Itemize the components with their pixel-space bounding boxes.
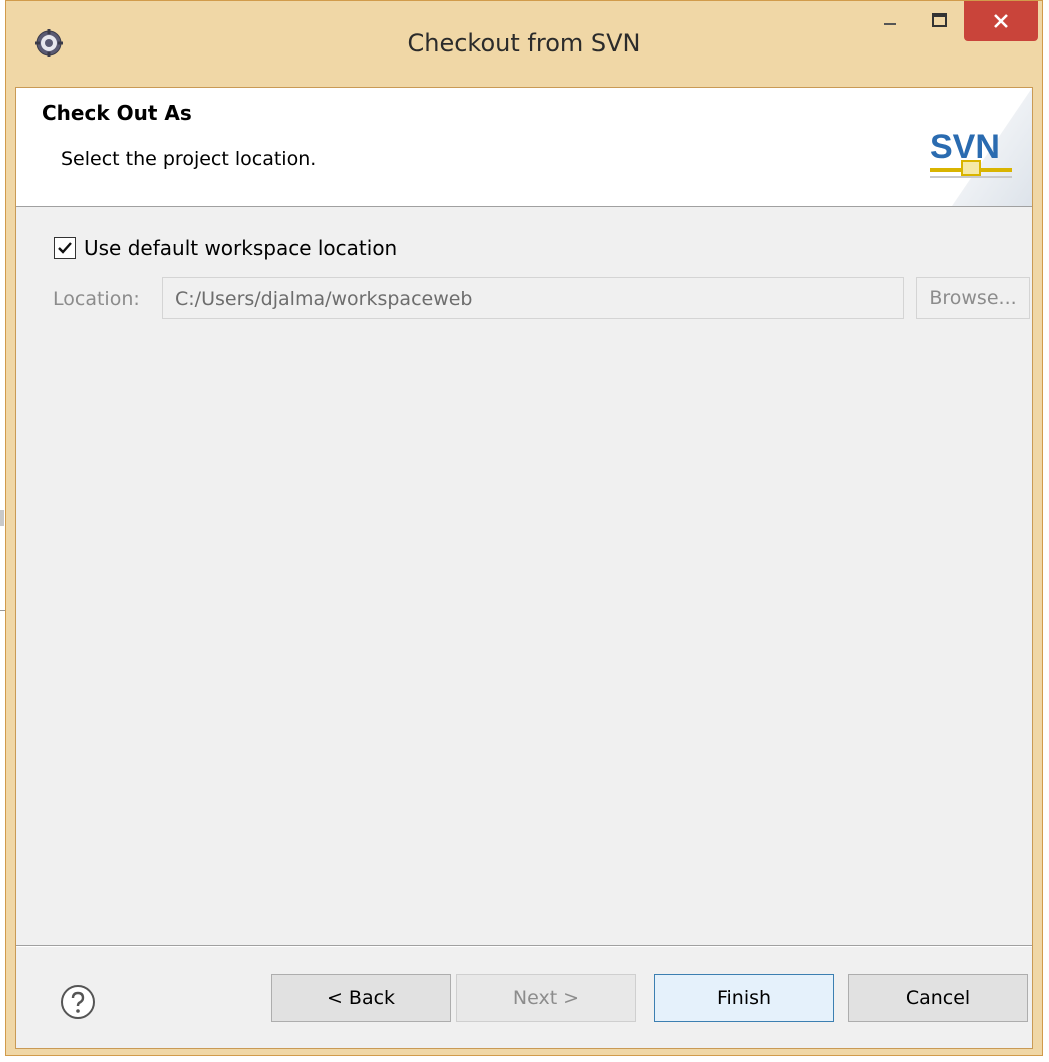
cancel-button[interactable]: Cancel <box>848 974 1028 1022</box>
maximize-button[interactable] <box>916 1 964 41</box>
close-icon <box>994 14 1008 28</box>
close-button[interactable] <box>964 1 1038 41</box>
page-description: Select the project location. <box>61 148 317 170</box>
help-icon[interactable] <box>60 984 96 1020</box>
use-default-location-label[interactable]: Use default workspace location <box>84 236 397 260</box>
svn-logo-icon: SVN <box>930 88 1032 206</box>
finish-button[interactable]: Finish <box>654 974 834 1022</box>
use-default-location-row[interactable]: Use default workspace location <box>54 236 397 260</box>
use-default-location-checkbox[interactable] <box>54 237 76 259</box>
maximize-icon <box>932 13 947 27</box>
title-bar[interactable]: Checkout from SVN <box>6 1 1042 87</box>
location-label: Location: <box>53 288 140 310</box>
location-input[interactable]: C:/Users/djalma/workspaceweb <box>162 277 904 319</box>
checkmark-icon <box>58 242 72 254</box>
browse-button[interactable]: Browse... <box>916 277 1030 319</box>
dialog-client-area: Check Out As Select the project location… <box>15 87 1033 1049</box>
next-button[interactable]: Next > <box>456 974 636 1022</box>
wizard-header: Check Out As Select the project location… <box>16 88 1032 207</box>
desktop-background: Checkout from SVN Check Out As Select th… <box>0 0 1049 1062</box>
minimize-icon <box>884 23 896 25</box>
minimize-button[interactable] <box>866 1 914 41</box>
checkout-dialog: Checkout from SVN Check Out As Select th… <box>5 0 1043 1056</box>
footer-separator <box>16 945 1032 947</box>
page-title: Check Out As <box>42 101 192 125</box>
background-edge-mark <box>0 510 4 526</box>
back-button[interactable]: < Back <box>271 974 451 1022</box>
